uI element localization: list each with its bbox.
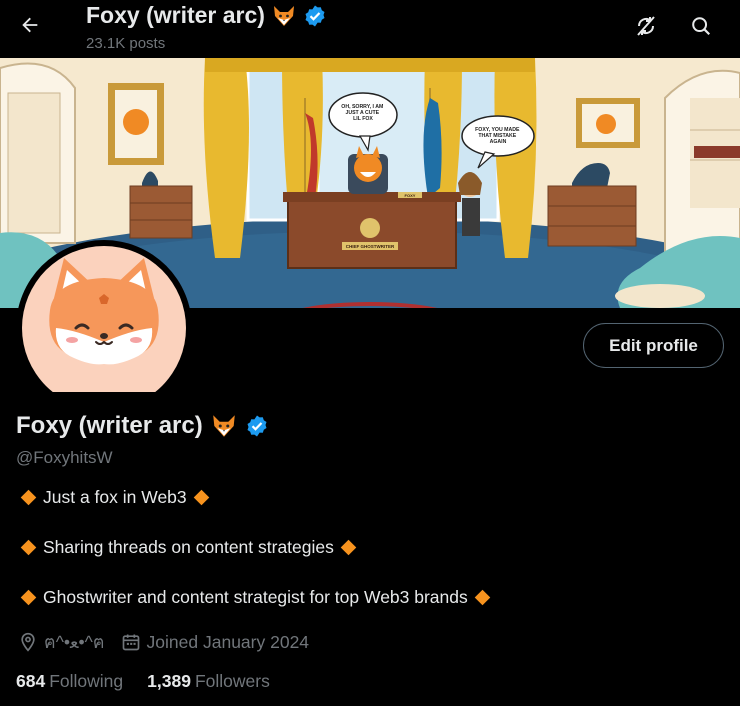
join-date: Joined January 2024 [121,632,309,653]
back-button[interactable] [12,7,48,43]
profile-handle: @FoxyhitsW [16,448,113,467]
verified-badge-icon[interactable] [245,414,269,438]
bio-line: Sharing threads on content strategies [20,537,357,558]
location-pin-icon [21,632,35,652]
edit-profile-button[interactable]: Edit profile [583,323,724,368]
post-count: 23.1K posts [86,35,166,52]
profile-name: Foxy (writer arc) [16,412,269,440]
bio-line: Ghostwriter and content strategist for t… [20,587,491,608]
search-icon [692,17,711,36]
fox-emoji-icon [271,3,297,29]
diamond-icon [474,589,491,606]
arrow-left-icon [22,17,38,33]
search-button[interactable] [683,8,719,44]
bio-line: Just a fox in Web3 [20,487,210,508]
header-display-name: Foxy (writer arc) [86,2,265,28]
name-plate-text: FOXY [405,193,416,198]
following-label: Following [49,671,124,691]
header-title: Foxy (writer arc) [86,2,327,29]
following-link[interactable]: 684 Following [16,671,123,692]
diamond-icon [193,489,209,506]
profile-meta: ฅ^•ﻌ•^ฅ Joined January 2024 [18,628,325,656]
diamond-icon [20,589,37,606]
diamond-icon [20,539,37,556]
location-text: ฅ^•ﻌ•^ฅ [44,632,105,652]
bio-text: Ghostwriter and content strategist for t… [43,587,468,607]
fox-emoji-icon [210,412,238,440]
bio-text: Just a fox in Web3 [43,487,187,507]
followers-label: Followers [194,671,270,691]
follow-stats: 684 Following 1,389 Followers [16,671,294,692]
calendar-icon [122,634,139,651]
profile-avatar[interactable] [16,240,192,416]
refresh-off-icon [637,16,655,36]
diamond-icon [340,539,357,556]
desk-plaque-text: CHIEF GHOSTWRITER [346,244,395,249]
followers-link[interactable]: 1,389 Followers [147,671,270,692]
following-count: 684 [16,671,46,691]
top-bar: Foxy (writer arc) 23.1K posts [0,0,740,58]
diamond-icon [20,489,37,506]
followers-count: 1,389 [147,671,191,691]
refresh-button[interactable] [628,8,664,44]
profile-display-name: Foxy (writer arc) [16,412,203,439]
bio-text: Sharing threads on content strategies [43,537,334,557]
location: ฅ^•ﻌ•^ฅ [18,628,105,656]
verified-badge-icon[interactable] [303,4,327,28]
joined-text: Joined January 2024 [146,631,310,652]
